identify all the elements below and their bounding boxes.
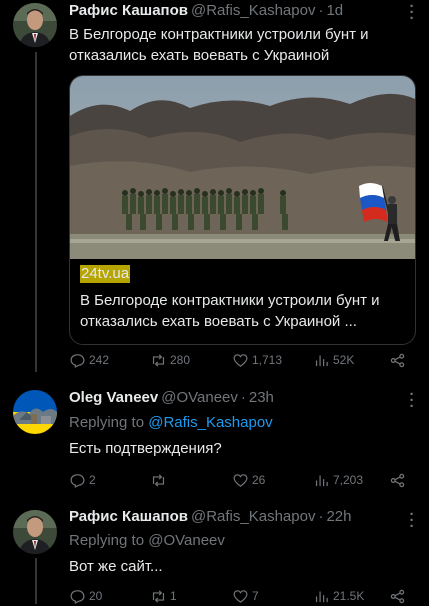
views-button[interactable]: 52K: [313, 350, 354, 370]
views-button[interactable]: 21.5K: [313, 586, 364, 606]
card-image[interactable]: [70, 76, 416, 259]
replying-to-prefix: Replying to: [69, 414, 149, 431]
reply-icon: [70, 589, 85, 604]
separator-dot: ·: [318, 2, 324, 19]
avatar[interactable]: [13, 510, 57, 554]
views-icon: [315, 355, 328, 366]
tweet-header: Oleg Vaneev @OVaneev · 23h: [69, 389, 274, 409]
reply-icon: [70, 473, 85, 488]
tweet-text: Вот же сайт...: [69, 558, 163, 575]
tweet-header: Рафис Кашапов @Rafis_Kashapov · 1d: [69, 2, 343, 22]
tweet-2[interactable]: Oleg Vaneev @OVaneev · 23h · · · Replying to …: [0, 378, 429, 496]
like-count: 7: [252, 589, 259, 603]
separator-dot: ·: [240, 389, 246, 406]
views-button[interactable]: 7,203: [313, 470, 363, 490]
share-button[interactable]: [389, 586, 406, 606]
view-count: 7,203: [333, 473, 364, 487]
reply-button[interactable]: 2: [69, 470, 96, 490]
author-handle[interactable]: @OVaneev: [161, 389, 238, 406]
retweet-icon: [152, 473, 165, 487]
author-handle[interactable]: @Rafis_Kashapov: [191, 508, 315, 525]
replying-to-handle[interactable]: @Rafis_Kashapov: [148, 414, 272, 431]
retweet-count: 280: [170, 353, 191, 367]
like-button[interactable]: 7: [232, 586, 259, 606]
card-title[interactable]: В Белгороде контрактники устроили бунт и…: [80, 290, 410, 332]
retweet-button[interactable]: 280: [150, 350, 190, 370]
retweet-icon: [152, 353, 165, 367]
retweet-count: 1: [170, 589, 177, 603]
reply-count: 242: [89, 353, 110, 367]
reply-count: 20: [89, 589, 103, 603]
card-domain[interactable]: 24tv.ua: [80, 265, 131, 283]
views-icon: [315, 475, 328, 486]
heart-icon: [233, 353, 248, 367]
author-name[interactable]: Рафис Кашапов: [69, 508, 188, 525]
heart-icon: [233, 589, 248, 603]
replying-to-handle[interactable]: @OVaneev: [148, 532, 225, 549]
more-options-icon[interactable]: · · ·: [407, 387, 417, 414]
timestamp[interactable]: 22h: [326, 508, 351, 525]
views-icon: [315, 591, 328, 602]
retweet-button[interactable]: 1: [150, 586, 177, 606]
heart-icon: [233, 473, 248, 487]
like-button[interactable]: 26: [232, 470, 265, 490]
view-count: 52K: [333, 353, 355, 367]
avatar[interactable]: [13, 3, 57, 47]
share-button[interactable]: [389, 350, 406, 370]
like-count: 1,713: [252, 353, 283, 367]
reply-count: 2: [89, 473, 96, 487]
share-button[interactable]: [389, 470, 406, 490]
author-handle[interactable]: @Rafis_Kashapov: [191, 2, 315, 19]
share-icon: [390, 589, 405, 603]
tweet-text: Есть подтверждения?: [69, 440, 222, 457]
replying-to-prefix: Replying to: [69, 532, 149, 549]
author-name[interactable]: Рафис Кашапов: [69, 2, 188, 19]
view-count: 21.5K: [333, 589, 365, 603]
replying-to: Replying to @OVaneev: [69, 532, 225, 549]
link-card[interactable]: 24tv.ua В Белгороде контрактники устроил…: [69, 75, 416, 345]
timestamp[interactable]: 1d: [326, 2, 343, 19]
thread-line: [35, 558, 37, 604]
avatar[interactable]: [13, 390, 57, 434]
replying-to: Replying to @Rafis_Kashapov: [69, 414, 273, 431]
retweet-icon: [152, 589, 165, 603]
reply-icon: [70, 353, 85, 368]
reply-button[interactable]: 242: [69, 350, 109, 370]
like-button[interactable]: 1,713: [232, 350, 282, 370]
separator-dot: ·: [318, 508, 324, 525]
more-options-icon[interactable]: · · ·: [407, 0, 417, 26]
author-name[interactable]: Oleg Vaneev: [69, 389, 158, 406]
tweet-text: В Белгороде контрактники устроили бунт и…: [69, 26, 369, 64]
tweet-actions: 20 1 7 21.5K: [69, 586, 414, 606]
retweet-button[interactable]: [150, 470, 170, 490]
share-icon: [390, 473, 405, 487]
reply-button[interactable]: 20: [69, 586, 102, 606]
share-icon: [390, 353, 405, 367]
like-count: 26: [252, 473, 266, 487]
tweet-3[interactable]: Рафис Кашапов @Rafis_Kashapov · 22h · · · Rep…: [0, 500, 429, 604]
tweet-header: Рафис Кашапов @Rafis_Kashapov · 22h: [69, 508, 351, 528]
tweet-actions: 242 280 1,713 52K: [69, 350, 414, 370]
timestamp[interactable]: 23h: [249, 389, 274, 406]
thread-line: [35, 52, 37, 372]
tweet-1[interactable]: Рафис Кашапов @Rafis_Kashapov · 1d · · · В Бе…: [0, 0, 429, 372]
tweet-actions: 2 26 7,203: [69, 470, 414, 490]
more-options-icon[interactable]: · · ·: [407, 507, 417, 534]
